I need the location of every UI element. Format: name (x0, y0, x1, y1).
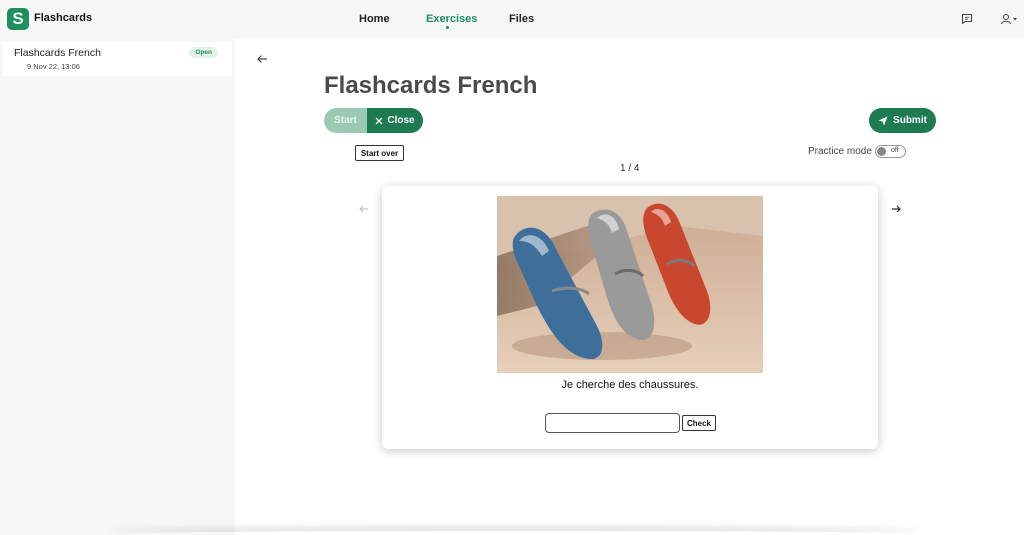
submit-button-label: Submit (893, 115, 927, 126)
bottom-shadow (110, 531, 920, 535)
app-logo[interactable]: S (7, 8, 29, 30)
sidebar-item-date: 9 Nov 22, 13:06 (27, 62, 80, 71)
flashcard: Je cherche des chaussures. Check (382, 186, 878, 449)
nav-active-indicator (446, 26, 449, 29)
close-button-label: Close (387, 115, 415, 126)
toggle-knob (877, 147, 886, 156)
answer-input[interactable] (545, 413, 680, 433)
check-button[interactable]: Check (682, 415, 716, 431)
submit-button[interactable]: Submit (869, 108, 936, 133)
user-icon (1000, 13, 1017, 25)
app-title: Flashcards (34, 12, 93, 24)
card-counter: 1 / 4 (620, 163, 640, 174)
nav-home[interactable]: Home (359, 13, 390, 25)
next-card-arrow-icon[interactable] (889, 202, 903, 216)
practice-mode-toggle[interactable]: off (875, 145, 906, 158)
page-title: Flashcards French (324, 72, 538, 99)
close-icon (375, 117, 383, 124)
sidebar: Flashcards French 9 Nov 22, 13:06 Open (0, 38, 235, 535)
send-icon (878, 116, 888, 125)
flashcard-sentence: Je cherche des chaussures. (561, 379, 699, 391)
user-menu[interactable] (999, 11, 1021, 27)
practice-mode-label: Practice mode (808, 146, 872, 157)
start-over-button[interactable]: Start over (355, 145, 404, 161)
status-badge: Open (189, 47, 218, 58)
back-arrow-icon[interactable] (255, 52, 269, 66)
start-close-toggle: Start Close (324, 108, 423, 133)
top-navbar: S Flashcards Home Exercises Files (0, 0, 1024, 38)
toggle-state-text: off (891, 147, 899, 154)
comment-icon[interactable] (959, 11, 975, 27)
start-button[interactable]: Start (324, 108, 367, 133)
close-button[interactable]: Close (367, 108, 423, 133)
nav-files[interactable]: Files (509, 13, 534, 25)
nav-exercises[interactable]: Exercises (426, 13, 477, 25)
flashcard-image (497, 196, 763, 373)
previous-card-arrow-icon[interactable] (357, 202, 371, 216)
sidebar-item-flashcards-french[interactable]: Flashcards French 9 Nov 22, 13:06 Open (3, 42, 232, 76)
sidebar-item-title: Flashcards French (14, 47, 101, 59)
